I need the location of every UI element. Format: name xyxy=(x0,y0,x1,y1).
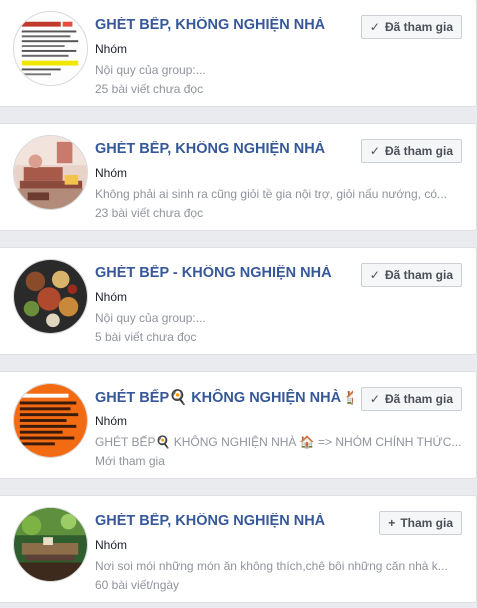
group-description: Không phải ai sinh ra cũng giỏi tề gia n… xyxy=(95,187,447,201)
group-title[interactable]: GHÉT BẾP🍳 KHÔNG NGHIỆN NHÀ 🏠 xyxy=(95,389,353,406)
group-type-label: Nhóm xyxy=(95,538,128,552)
group-avatar[interactable] xyxy=(13,11,88,86)
room-photo-icon xyxy=(14,136,87,209)
joined-button[interactable]: ✓ Đã tham gia xyxy=(360,139,462,163)
green-interior-photo-icon xyxy=(14,508,87,581)
group-card: GHÉT BẾP, KHÔNG NGHIỆN NHÀ Nhóm Nơi soi … xyxy=(0,495,477,603)
group-avatar[interactable] xyxy=(13,507,88,582)
document-thumbnail-icon xyxy=(14,12,87,85)
food-table-photo-icon xyxy=(14,260,87,333)
group-description: GHÉT BẾP🍳 KHÔNG NGHIỆN NHÀ 🏠 => NHÓM CHÍ… xyxy=(95,435,462,449)
joined-button[interactable]: ✓ Đã tham gia xyxy=(360,263,462,287)
group-description: Nơi soi mói những món ăn không thích,chê… xyxy=(95,559,448,573)
plus-icon: + xyxy=(388,516,396,530)
group-activity-stat: 23 bài viết chưa đọc xyxy=(95,206,204,220)
rules-poster-icon xyxy=(14,384,87,457)
group-title[interactable]: GHÉT BẾP, KHÔNG NGHIỆN NHÀ xyxy=(95,513,325,529)
group-type-label: Nhóm xyxy=(95,42,128,56)
group-title[interactable]: GHÉT BẾP, KHÔNG NGHIỆN NHÀ xyxy=(95,17,325,33)
group-card: GHÉT BẾP, KHÔNG NGHIỆN NHÀ Nhóm Không ph… xyxy=(0,123,477,231)
join-button[interactable]: + Tham gia xyxy=(379,511,462,535)
group-description: Nội quy của group:... xyxy=(95,63,206,77)
joined-button[interactable]: ✓ Đã tham gia xyxy=(360,387,462,411)
group-avatar[interactable] xyxy=(13,259,88,334)
group-type-label: Nhóm xyxy=(95,290,128,304)
group-activity-stat: Mới tham gia xyxy=(95,454,165,468)
check-icon: ✓ xyxy=(369,20,380,34)
group-activity-stat: 60 bài viết/ngày xyxy=(95,578,180,592)
group-description: Nội quy của group:... xyxy=(95,311,206,325)
group-avatar[interactable] xyxy=(13,135,88,210)
group-card: GHÉT BẾP🍳 KHÔNG NGHIỆN NHÀ 🏠 Nhóm GHÉT B… xyxy=(0,371,477,479)
check-icon: ✓ xyxy=(369,392,380,406)
group-card: GHÉT BẾP - KHÔNG NGHIỆN NHÀ Nhóm Nội quy… xyxy=(0,247,477,355)
group-type-label: Nhóm xyxy=(95,414,128,428)
group-activity-stat: 25 bài viết chưa đọc xyxy=(95,82,204,96)
check-icon: ✓ xyxy=(369,268,380,282)
check-icon: ✓ xyxy=(369,144,380,158)
group-title[interactable]: GHÉT BẾP, KHÔNG NGHIỆN NHÀ xyxy=(95,141,325,157)
group-type-label: Nhóm xyxy=(95,166,128,180)
group-list: GHÉT BẾP, KHÔNG NGHIỆN NHÀ Nhóm Nội quy … xyxy=(0,0,477,608)
house-emoji-icon: 🏠 xyxy=(345,389,353,405)
group-avatar[interactable] xyxy=(13,383,88,458)
joined-button[interactable]: ✓ Đã tham gia xyxy=(360,15,462,39)
group-card: GHÉT BẾP, KHÔNG NGHIỆN NHÀ Nhóm Nội quy … xyxy=(0,0,477,107)
group-title[interactable]: GHÉT BẾP - KHÔNG NGHIỆN NHÀ xyxy=(95,265,332,281)
group-activity-stat: 5 bài viết chưa đọc xyxy=(95,330,197,344)
